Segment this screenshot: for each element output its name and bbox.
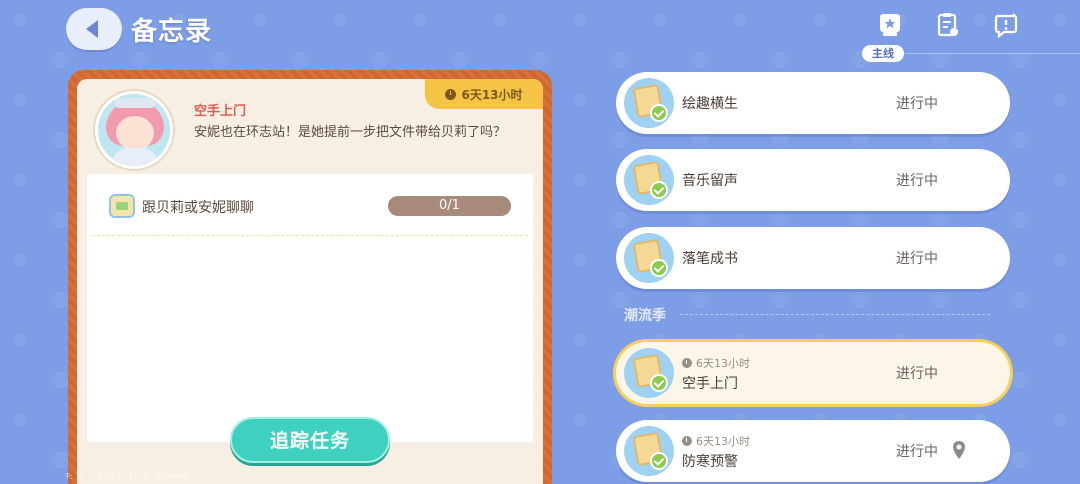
task-area: 跟贝莉或安妮聊聊 0/1 xyxy=(87,174,533,442)
quest-card-name: 绘趣横生 xyxy=(682,96,738,112)
quest-card-name: 空手上门 xyxy=(682,376,738,392)
location-pin-icon[interactable] xyxy=(952,440,966,460)
check-icon xyxy=(650,259,668,277)
quest-scroll-icon xyxy=(624,155,674,205)
top-tab-bar xyxy=(878,12,1018,38)
npc-avatar xyxy=(95,91,173,169)
quest-card-time-text: 6天13小时 xyxy=(696,435,750,448)
quest-card-name: 音乐留声 xyxy=(682,173,738,189)
back-arrow-icon xyxy=(86,20,98,38)
clock-icon xyxy=(682,358,692,368)
time-remaining-text: 6天13小时 xyxy=(461,87,523,102)
quest-card-name: 落笔成书 xyxy=(682,251,738,267)
section-label-season: 潮流季 xyxy=(624,308,666,324)
track-quest-button[interactable]: 追踪任务 xyxy=(230,417,390,463)
help-icon[interactable] xyxy=(994,12,1018,38)
quest-card-name: 防寒预警 xyxy=(682,454,738,470)
quest-card-status: 进行中 xyxy=(896,251,938,267)
quest-scroll-icon xyxy=(624,78,674,128)
quest-name: 空手上门 xyxy=(194,104,247,119)
quest-card-status: 进行中 xyxy=(896,366,938,382)
back-button[interactable] xyxy=(66,8,122,50)
debug-overlay: F: 30 T: 0.00 P: 47 ID: qc6h84n xyxy=(66,472,189,481)
quest-card-time: 6天13小时 xyxy=(682,355,750,371)
tab-main-quest-label[interactable]: 主线 xyxy=(862,45,904,62)
main-quest-icon[interactable] xyxy=(878,12,902,38)
quest-card-status: 进行中 xyxy=(896,444,938,460)
clock-icon xyxy=(682,436,692,446)
task-progress: 0/1 xyxy=(388,196,511,216)
memo-list-icon[interactable] xyxy=(936,12,960,38)
dashed-divider xyxy=(92,235,528,236)
check-icon xyxy=(650,374,668,392)
quest-description: 安妮也在环志站！是她提前一步把文件带给贝莉了吗？ xyxy=(194,125,507,140)
check-icon xyxy=(650,104,668,122)
quest-card[interactable]: 音乐留声 进行中 xyxy=(616,149,1010,211)
time-remaining-tag: 6天13小时 xyxy=(425,79,543,109)
check-icon xyxy=(650,452,668,470)
check-icon xyxy=(650,181,668,199)
clock-icon xyxy=(445,88,457,100)
quest-scroll-icon xyxy=(624,233,674,283)
task-row: 跟贝莉或安妮聊聊 0/1 xyxy=(109,194,511,220)
quest-scroll-icon xyxy=(624,426,674,476)
quest-card-selected[interactable]: 6天13小时 空手上门 进行中 xyxy=(616,342,1010,404)
quest-card-time: 6天13小时 xyxy=(682,433,750,449)
quest-scroll-icon xyxy=(624,348,674,398)
quest-card-status: 进行中 xyxy=(896,173,938,189)
page-title: 备忘录 xyxy=(131,17,213,47)
map-icon xyxy=(109,194,135,218)
quest-card[interactable]: 落笔成书 进行中 xyxy=(616,227,1010,289)
quest-card-time-text: 6天13小时 xyxy=(696,357,750,370)
task-text: 跟贝莉或安妮聊聊 xyxy=(142,200,254,216)
tab-divider xyxy=(905,53,1080,54)
quest-card[interactable]: 6天13小时 防寒预警 进行中 xyxy=(616,420,1010,482)
quest-card-status: 进行中 xyxy=(896,96,938,112)
section-divider xyxy=(680,314,990,315)
quest-card[interactable]: 绘趣横生 进行中 xyxy=(616,72,1010,134)
